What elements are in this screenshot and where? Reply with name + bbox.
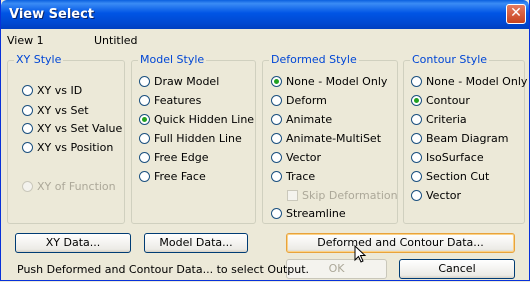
radio-button-selected[interactable] xyxy=(411,95,422,106)
radio-button[interactable] xyxy=(411,190,422,201)
xy-data-button[interactable]: XY Data... xyxy=(15,233,131,253)
radio-button[interactable] xyxy=(22,142,33,153)
status-text: Push Deformed and Contour Data... to sel… xyxy=(17,263,310,276)
radio-button[interactable] xyxy=(271,171,282,182)
title-bar[interactable]: View Select ✕ xyxy=(1,0,529,29)
cancel-button[interactable]: Cancel xyxy=(399,259,515,279)
radio-button[interactable] xyxy=(271,133,282,144)
radio-button[interactable] xyxy=(271,95,282,106)
radio-button[interactable] xyxy=(411,133,422,144)
dialog-title: View Select xyxy=(9,7,95,22)
radio-button[interactable] xyxy=(411,152,422,163)
radio-button[interactable] xyxy=(139,152,150,163)
radio-button[interactable] xyxy=(22,85,33,96)
radio-button xyxy=(22,181,33,192)
radio-button[interactable] xyxy=(139,171,150,182)
radio-button[interactable] xyxy=(411,171,422,182)
radio-button[interactable] xyxy=(411,76,422,87)
radio-button[interactable] xyxy=(139,76,150,87)
radio-button[interactable] xyxy=(271,114,282,125)
view-name: Untitled xyxy=(94,34,138,47)
close-icon[interactable]: ✕ xyxy=(506,4,526,24)
deformed-contour-data-button[interactable]: Deformed and Contour Data... xyxy=(286,233,515,253)
radio-button-selected[interactable] xyxy=(271,76,282,87)
checkbox xyxy=(287,190,298,201)
radio-button[interactable] xyxy=(411,114,422,125)
view-label: View 1 xyxy=(7,34,44,47)
radio-button-selected[interactable] xyxy=(139,114,150,125)
model-data-button[interactable]: Model Data... xyxy=(144,233,248,253)
xy-style-label: XY Style xyxy=(14,53,64,66)
model-style-label: Model Style xyxy=(138,53,207,66)
mouse-cursor-icon xyxy=(354,245,367,263)
radio-button[interactable] xyxy=(139,133,150,144)
contour-style-label: Contour Style xyxy=(410,53,490,66)
radio-button[interactable] xyxy=(22,123,33,134)
radio-button[interactable] xyxy=(139,95,150,106)
radio-button[interactable] xyxy=(271,208,282,219)
radio-button[interactable] xyxy=(22,105,33,116)
radio-button[interactable] xyxy=(271,152,282,163)
deformed-style-label: Deformed Style xyxy=(269,53,359,66)
